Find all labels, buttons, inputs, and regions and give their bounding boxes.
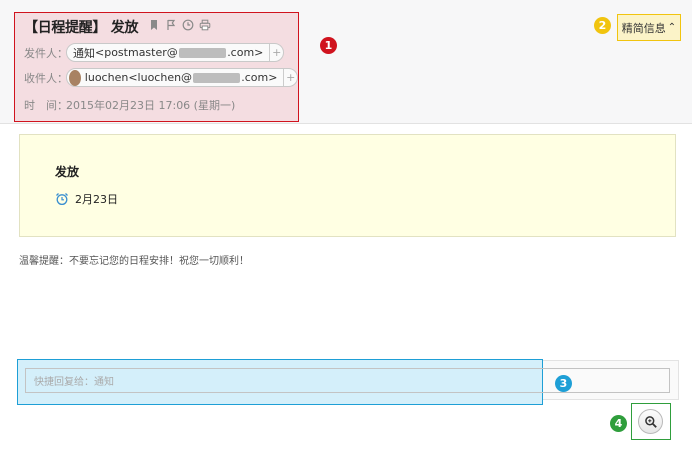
recipient-row: 收件人： luochen <luochen@ .com> + bbox=[24, 68, 298, 87]
reminder-note: 温馨提醒：不要忘记您的日程安排！祝您一切顺利！ bbox=[19, 256, 249, 267]
recipient-label: 收件人： bbox=[24, 71, 68, 85]
reminder-title: 发放 bbox=[55, 165, 80, 179]
recipient-email-suffix: .com> bbox=[241, 71, 278, 84]
recipient-chip[interactable]: luochen <luochen@ .com> + bbox=[66, 68, 298, 87]
avatar bbox=[69, 69, 81, 86]
time-value: 2015年02月23日 17:06 (星期一) bbox=[66, 99, 236, 112]
sender-chip[interactable]: 通知 <postmaster@ .com> + bbox=[66, 43, 284, 62]
badge-2: 2 bbox=[594, 17, 611, 34]
badge-4: 4 bbox=[610, 415, 627, 432]
time-label: 时 间： bbox=[24, 99, 68, 112]
reminder-card: 发放 2月23日 bbox=[19, 134, 676, 237]
clock-icon[interactable] bbox=[182, 19, 194, 31]
quick-reply-input[interactable]: 快捷回复给：通知 bbox=[25, 368, 670, 393]
add-contact-button[interactable]: + bbox=[269, 44, 283, 61]
detail-toggle-label: 精简信息 bbox=[621, 21, 666, 35]
recipient-name: luochen bbox=[84, 71, 129, 84]
flag-icon[interactable] bbox=[165, 19, 177, 31]
alarm-clock-icon bbox=[56, 193, 68, 206]
zoom-button[interactable] bbox=[638, 409, 663, 434]
reminder-date: 2月23日 bbox=[75, 193, 118, 206]
sender-email-prefix: <postmaster@ bbox=[95, 46, 178, 59]
reminder-date-row: 2月23日 bbox=[55, 191, 118, 207]
recipient-email-prefix: <luochen@ bbox=[128, 71, 193, 84]
redacted-mask bbox=[178, 47, 227, 58]
sender-label: 发件人： bbox=[24, 46, 68, 60]
time-row: 时 间： 2015年02月23日 17:06 (星期一) bbox=[24, 97, 235, 113]
detail-toggle-button[interactable]: 精简信息 ⌃ bbox=[617, 14, 681, 41]
magnifier-icon bbox=[644, 415, 657, 428]
mail-subject: 【日程提醒】 发放 bbox=[24, 20, 139, 36]
subject-toolbar bbox=[148, 19, 211, 31]
add-contact-button[interactable]: + bbox=[283, 69, 297, 86]
badge-1: 1 bbox=[320, 37, 337, 54]
sender-email-suffix: .com> bbox=[227, 46, 264, 59]
bookmark-icon[interactable] bbox=[148, 19, 160, 31]
chevron-up-icon: ⌃ bbox=[667, 22, 677, 33]
sender-row: 发件人： 通知 <postmaster@ .com> + bbox=[24, 43, 284, 62]
redacted-mask bbox=[193, 72, 241, 83]
print-icon[interactable] bbox=[199, 19, 211, 31]
sender-name: 通知 bbox=[73, 46, 95, 60]
badge-3: 3 bbox=[555, 375, 572, 392]
